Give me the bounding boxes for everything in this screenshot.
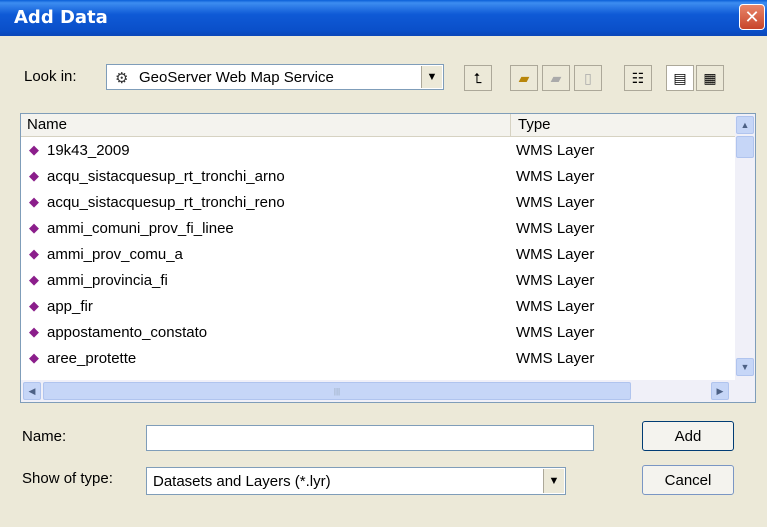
connect-folder-button[interactable]: ▰ bbox=[510, 65, 538, 91]
layer-name: acqu_sistacquesup_rt_tronchi_arno bbox=[47, 168, 285, 185]
list-view-button[interactable]: ☷ bbox=[624, 65, 652, 91]
new-folder-icon: ▯ bbox=[584, 69, 592, 86]
layer-type: WMS Layer bbox=[516, 298, 595, 315]
table-row[interactable]: ◆ ammi_provincia_fi WMS Layer bbox=[21, 268, 735, 294]
layer-name: aree_protette bbox=[47, 350, 137, 367]
table-row[interactable]: ◆ ammi_prov_comu_a WMS Layer bbox=[21, 242, 735, 268]
show-of-type-select[interactable]: Datasets and Layers (*.lyr) ▼ bbox=[146, 467, 566, 495]
look-in-label: Look in: bbox=[24, 68, 77, 85]
table-row[interactable]: ◆ ammi_comuni_prov_fi_linee WMS Layer bbox=[21, 216, 735, 242]
list-view-icon: ☷ bbox=[631, 69, 645, 86]
layer-name: ammi_prov_comu_a bbox=[47, 246, 183, 263]
chevron-down-icon[interactable]: ▼ bbox=[543, 469, 564, 493]
wms-layer-icon: ◆ bbox=[29, 350, 39, 365]
new-folder-button[interactable]: ▯ bbox=[574, 65, 602, 91]
connect-folder-icon: ▰ bbox=[518, 69, 530, 86]
close-icon: ✕ bbox=[744, 6, 760, 27]
table-row[interactable]: ◆ 19k43_2009 WMS Layer bbox=[21, 138, 735, 164]
table-row[interactable]: ◆ appostamento_constato WMS Layer bbox=[21, 320, 735, 346]
up-folder-icon: ⮤ bbox=[473, 69, 483, 86]
layer-name: app_fir bbox=[47, 298, 93, 315]
wms-layer-icon: ◆ bbox=[29, 142, 39, 157]
wms-layer-icon: ◆ bbox=[29, 168, 39, 183]
table-row[interactable]: ◆ app_fir WMS Layer bbox=[21, 294, 735, 320]
name-label: Name: bbox=[22, 428, 67, 445]
name-input[interactable] bbox=[146, 425, 594, 451]
scroll-right-icon[interactable]: ▶ bbox=[711, 382, 729, 400]
title-bar: Add Data ✕ bbox=[0, 0, 767, 36]
layer-type: WMS Layer bbox=[516, 246, 595, 263]
vertical-scroll-thumb[interactable] bbox=[736, 136, 754, 158]
file-list[interactable]: Name Type ◆ 19k43_2009 WMS Layer ◆ acqu_sis… bbox=[20, 113, 756, 403]
scroll-down-icon[interactable]: ▼ bbox=[736, 358, 754, 376]
wms-layer-icon: ◆ bbox=[29, 298, 39, 313]
scroll-up-icon[interactable]: ▲ bbox=[736, 116, 754, 134]
horizontal-scrollbar[interactable]: ◀ ||| ▶ bbox=[21, 380, 755, 402]
up-one-level-button[interactable]: ⮤ bbox=[464, 65, 492, 91]
layer-type: WMS Layer bbox=[516, 194, 595, 211]
layer-name: ammi_provincia_fi bbox=[47, 272, 168, 289]
disconnect-folder-icon: ▰ bbox=[550, 69, 562, 86]
column-header-type[interactable]: Type bbox=[512, 114, 735, 136]
table-row[interactable]: ◆ aree_protette WMS Layer bbox=[21, 346, 735, 372]
layer-name: 19k43_2009 bbox=[47, 142, 130, 159]
thumbnails-view-button[interactable]: ▦ bbox=[696, 65, 724, 91]
thumbnails-view-icon: ▦ bbox=[703, 69, 717, 86]
show-of-type-value: Datasets and Layers (*.lyr) bbox=[153, 473, 331, 490]
disconnect-folder-button[interactable]: ▰ bbox=[542, 65, 570, 91]
layer-type: WMS Layer bbox=[516, 350, 595, 367]
vertical-scrollbar[interactable]: ▲ ▼ bbox=[735, 114, 755, 380]
look-in-combo[interactable]: ⚙ GeoServer Web Map Service ▼ bbox=[106, 64, 444, 90]
close-button[interactable]: ✕ bbox=[739, 4, 765, 30]
server-icon: ⚙ bbox=[115, 70, 129, 87]
layer-type: WMS Layer bbox=[516, 168, 595, 185]
layer-type: WMS Layer bbox=[516, 220, 595, 237]
layer-name: appostamento_constato bbox=[47, 324, 208, 341]
add-button[interactable]: Add bbox=[642, 421, 734, 451]
column-header-name[interactable]: Name bbox=[21, 114, 511, 136]
layer-name: ammi_comuni_prov_fi_linee bbox=[47, 220, 234, 237]
wms-layer-icon: ◆ bbox=[29, 194, 39, 209]
list-rows: ◆ 19k43_2009 WMS Layer ◆ acqu_sistacquesup_… bbox=[21, 138, 735, 372]
details-view-button[interactable]: ▤ bbox=[666, 65, 694, 91]
layer-type: WMS Layer bbox=[516, 324, 595, 341]
wms-layer-icon: ◆ bbox=[29, 272, 39, 287]
cancel-button[interactable]: Cancel bbox=[642, 465, 734, 495]
scroll-left-icon[interactable]: ◀ bbox=[23, 382, 41, 400]
wms-layer-icon: ◆ bbox=[29, 324, 39, 339]
table-row[interactable]: ◆ acqu_sistacquesup_rt_tronchi_reno WMS La… bbox=[21, 190, 735, 216]
layer-name: acqu_sistacquesup_rt_tronchi_reno bbox=[47, 194, 285, 211]
look-in-value: GeoServer Web Map Service bbox=[139, 69, 334, 86]
layer-type: WMS Layer bbox=[516, 272, 595, 289]
show-of-type-label: Show of type: bbox=[22, 470, 113, 487]
list-header: Name Type bbox=[21, 114, 735, 137]
layer-type: WMS Layer bbox=[516, 142, 595, 159]
chevron-down-icon[interactable]: ▼ bbox=[421, 66, 442, 88]
window-title: Add Data bbox=[14, 7, 108, 28]
details-view-icon: ▤ bbox=[673, 69, 687, 86]
table-row[interactable]: ◆ acqu_sistacquesup_rt_tronchi_arno WMS La… bbox=[21, 164, 735, 190]
wms-layer-icon: ◆ bbox=[29, 246, 39, 261]
horizontal-scroll-thumb[interactable]: ||| bbox=[43, 382, 631, 400]
wms-layer-icon: ◆ bbox=[29, 220, 39, 235]
